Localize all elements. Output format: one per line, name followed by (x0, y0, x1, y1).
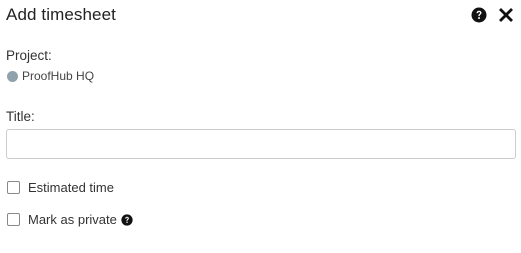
title-input[interactable] (6, 129, 516, 159)
dialog-title: Add timesheet (6, 5, 116, 24)
dialog-header: Add timesheet (6, 4, 514, 28)
help-icon[interactable] (471, 7, 487, 23)
header-actions (471, 7, 514, 23)
title-label: Title: (6, 109, 35, 124)
estimated-time-checkbox[interactable] (7, 181, 20, 194)
private-help-icon[interactable] (121, 213, 133, 226)
mark-private-label: Mark as private (28, 212, 117, 227)
mark-private-checkbox[interactable] (7, 213, 20, 226)
project-color-dot (7, 70, 18, 82)
project-value: ProofHub HQ (7, 69, 94, 83)
project-label: Project: (6, 48, 52, 63)
estimated-time-label: Estimated time (28, 180, 114, 195)
close-icon[interactable] (498, 7, 514, 23)
add-timesheet-dialog: Add timesheet Project: ProofHub HQ Title… (0, 0, 521, 253)
estimated-time-option[interactable]: Estimated time (7, 180, 114, 195)
project-name: ProofHub HQ (22, 69, 95, 83)
mark-private-option[interactable]: Mark as private (7, 212, 133, 227)
